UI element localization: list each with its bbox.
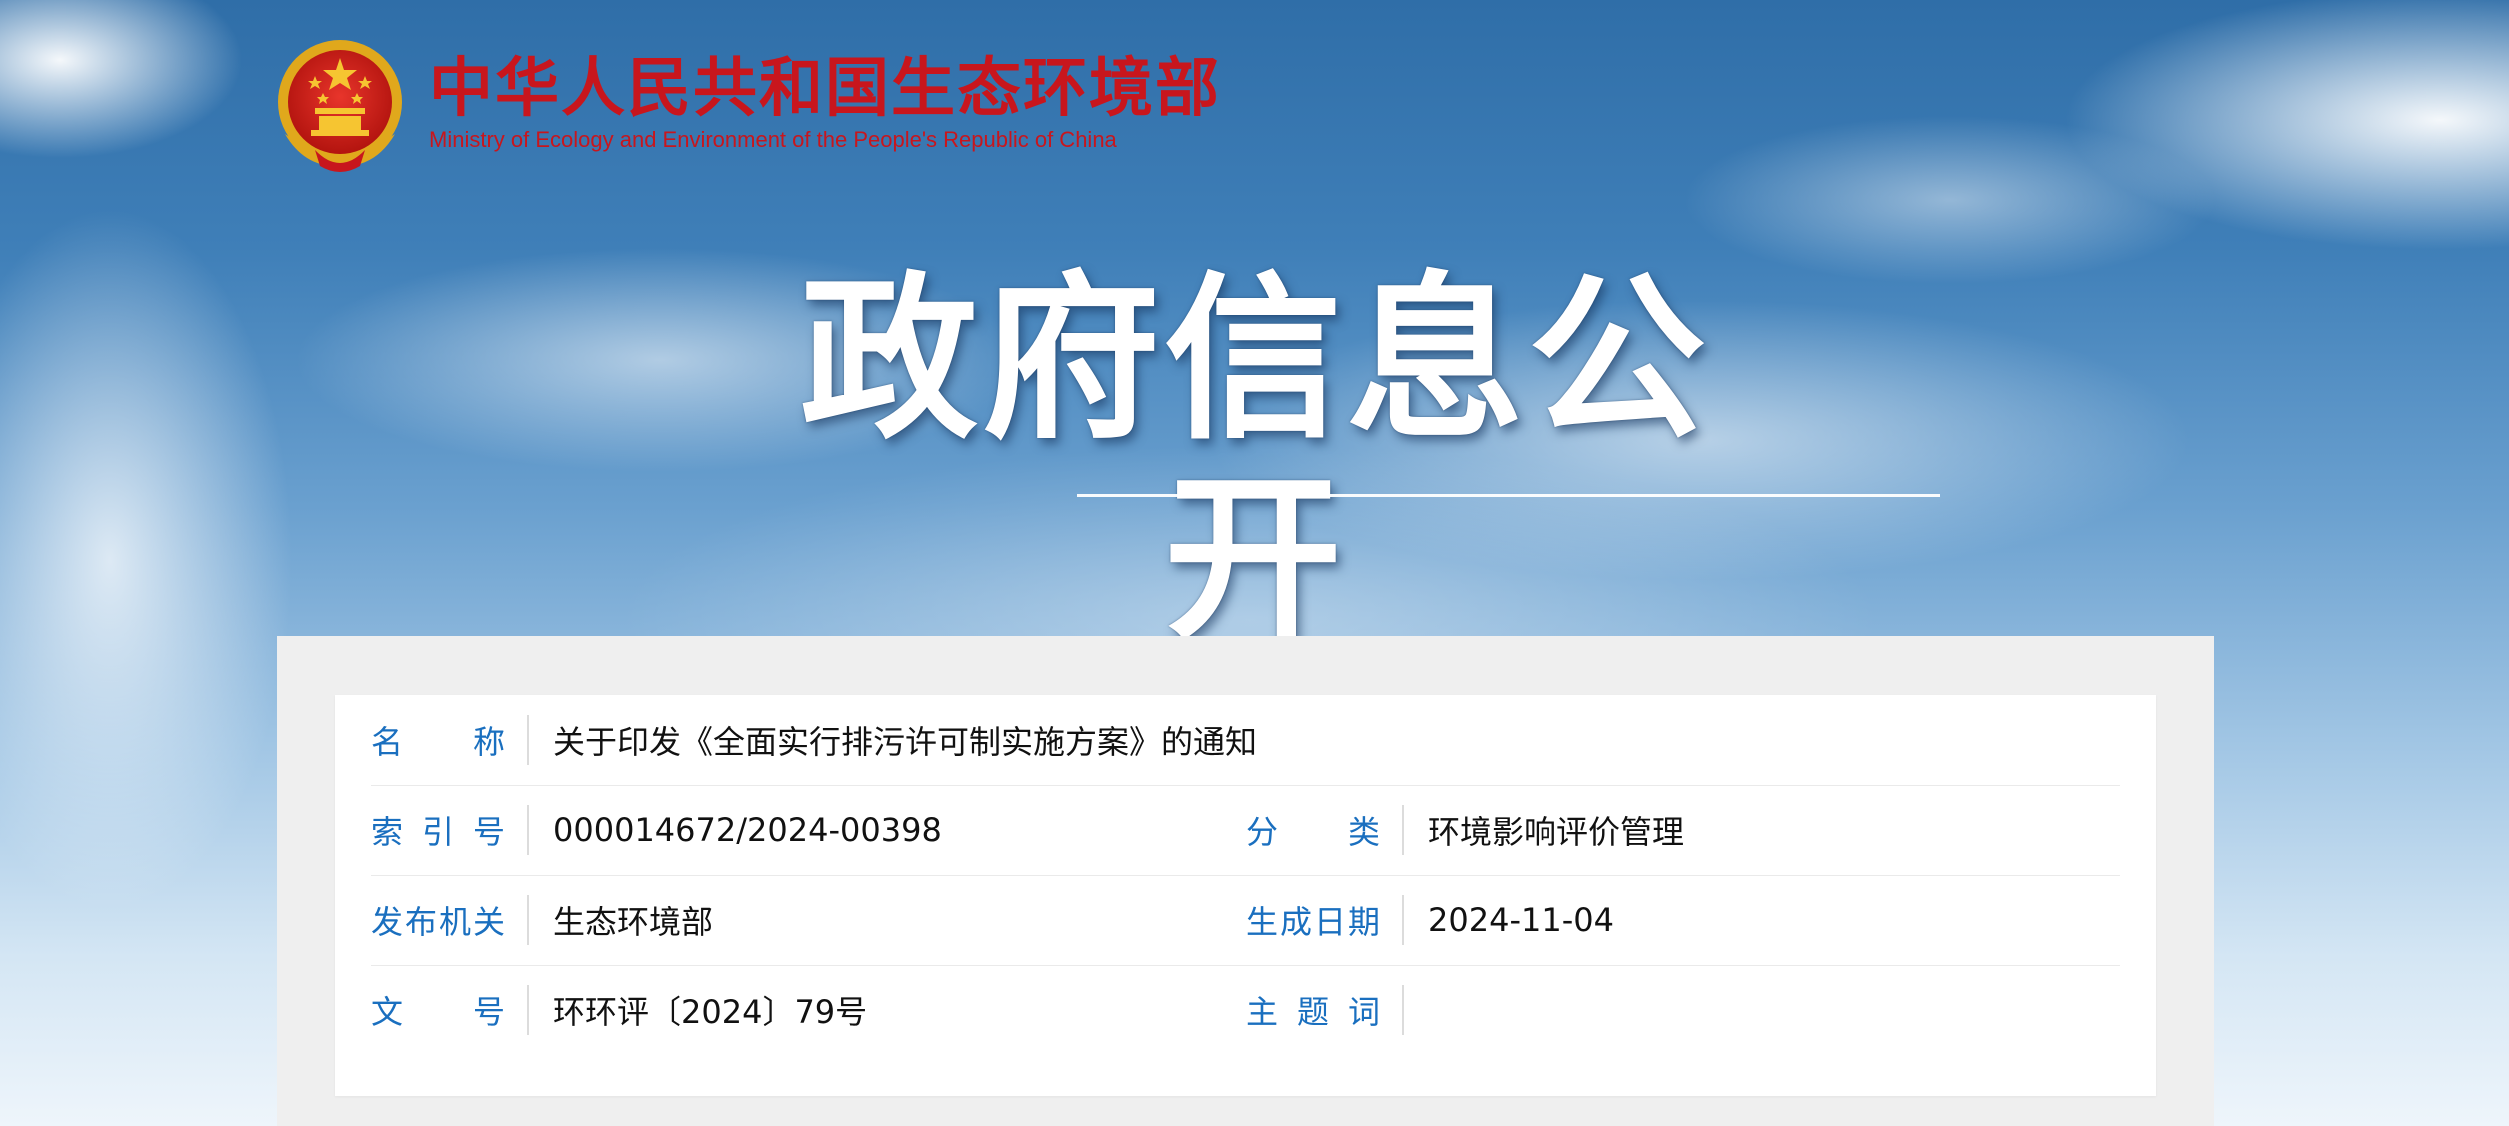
keywords-label: 主 题 词 (1246, 993, 1380, 1031)
info-row-docno: 文 号 环环评〔2024〕79号 主 题 词 (371, 965, 2120, 1055)
date-value: 2024-11-04 (1428, 901, 1614, 939)
divider (1402, 985, 1404, 1035)
document-info-card: 名 称 关于印发《全面实行排污许可制实施方案》的通知 索 引 号 0000146… (335, 695, 2156, 1096)
docno-value: 环环评〔2024〕79号 (553, 993, 868, 1031)
category-label: 分 类 (1246, 813, 1380, 851)
info-row-name: 名 称 关于印发《全面实行排污许可制实施方案》的通知 (371, 695, 2120, 786)
publisher-value: 生态环境部 (553, 903, 714, 941)
index-value: 000014672/2024-00398 (553, 811, 942, 849)
divider (1402, 895, 1404, 945)
publisher-label: 发布机关 (371, 903, 505, 941)
divider (1402, 805, 1404, 855)
name-label: 名 称 (371, 723, 505, 761)
name-value: 关于印发《全面实行排污许可制实施方案》的通知 (553, 723, 1258, 761)
info-row-publisher: 发布机关 生态环境部 生成日期 2024-11-04 (371, 875, 2120, 966)
info-panel: 名 称 关于印发《全面实行排污许可制实施方案》的通知 索 引 号 0000146… (277, 636, 2214, 1126)
divider (527, 895, 529, 945)
category-value: 环境影响评价管理 (1428, 813, 1685, 851)
divider (527, 715, 529, 765)
divider (527, 985, 529, 1035)
banner-title: 政府信息公开 (800, 256, 1710, 663)
info-row-index: 索 引 号 000014672/2024-00398 分 类 环境影响评价管理 (371, 785, 2120, 876)
site-title-en[interactable]: Ministry of Ecology and Environment of t… (429, 127, 1221, 153)
date-label: 生成日期 (1246, 903, 1380, 941)
docno-label: 文 号 (371, 993, 505, 1031)
divider (527, 805, 529, 855)
site-header: 中华人民共和国生态环境部 Ministry of Ecology and Env… (275, 38, 1221, 178)
index-label: 索 引 号 (371, 813, 505, 851)
site-title-cn[interactable]: 中华人民共和国生态环境部 (429, 53, 1221, 125)
national-emblem-icon[interactable] (275, 38, 405, 178)
banner-divider (1077, 494, 1940, 497)
